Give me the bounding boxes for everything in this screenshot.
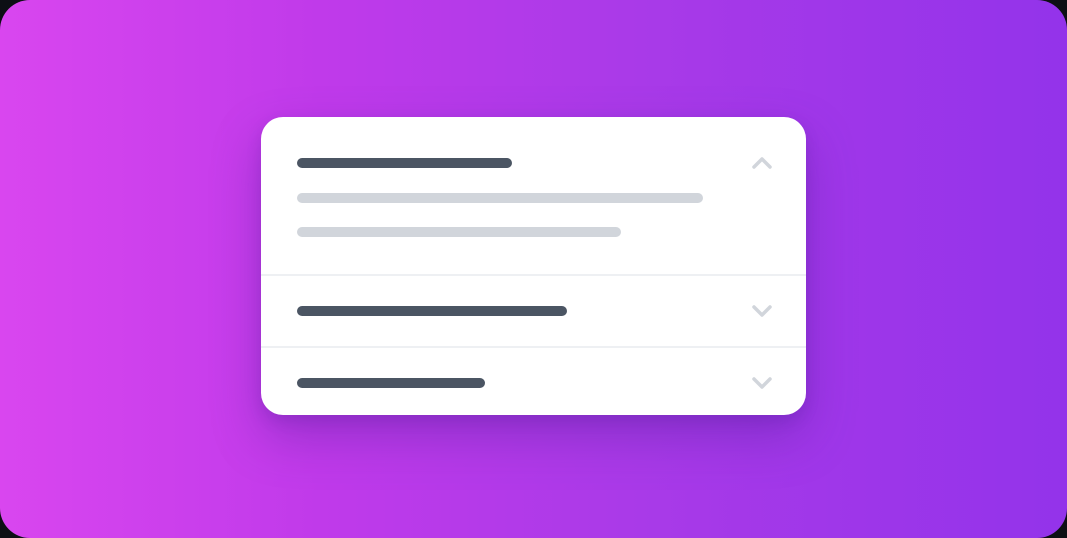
- accordion-item-3-title-placeholder[interactable]: [297, 378, 485, 388]
- chevron-down-icon[interactable]: [751, 376, 773, 390]
- chevron-down-icon[interactable]: [751, 304, 773, 318]
- accordion-item-1-body-line-2-placeholder: [297, 227, 621, 237]
- gradient-background: [0, 0, 1067, 538]
- chevron-up-icon[interactable]: [751, 156, 773, 170]
- accordion-item-1[interactable]: [261, 117, 806, 274]
- accordion-item-3[interactable]: [261, 346, 806, 415]
- accordion-item-1-title-placeholder[interactable]: [297, 158, 512, 168]
- accordion-item-2[interactable]: [261, 274, 806, 346]
- accordion-card: [261, 117, 806, 415]
- accordion-item-1-body-line-1-placeholder: [297, 193, 703, 203]
- accordion-item-2-title-placeholder[interactable]: [297, 306, 567, 316]
